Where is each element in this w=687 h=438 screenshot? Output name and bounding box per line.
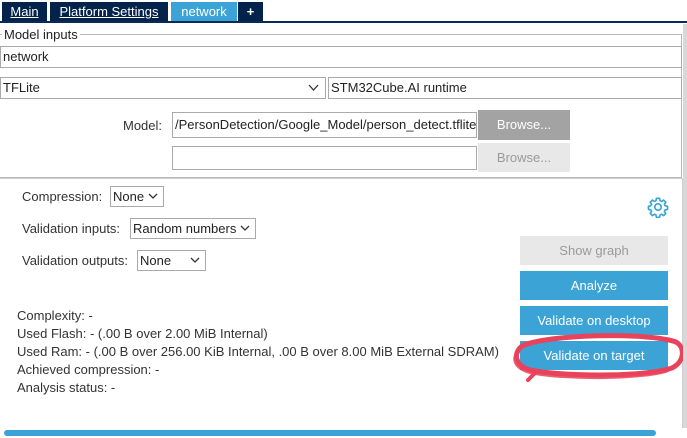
compression-select[interactable]: None bbox=[110, 186, 164, 207]
validation-inputs-label: Validation inputs: bbox=[22, 221, 121, 236]
analysis-status-text: Analysis status: - bbox=[17, 380, 116, 395]
complexity-text: Complexity: - bbox=[17, 308, 93, 323]
runtime-select[interactable]: STM32Cube.AI runtime bbox=[328, 77, 682, 99]
compression-label: Compression: bbox=[22, 189, 103, 204]
compression-select-value: None bbox=[113, 189, 145, 204]
vertical-scrollbar[interactable] bbox=[683, 24, 687, 428]
analyze-button[interactable]: Analyze bbox=[520, 271, 668, 300]
chevron-down-icon bbox=[148, 187, 158, 213]
gear-icon[interactable] bbox=[647, 196, 669, 219]
tab-bar: Main Platform Settings network + bbox=[0, 0, 687, 23]
show-graph-button[interactable]: Show graph bbox=[520, 236, 668, 265]
model-inputs-title: Model inputs bbox=[2, 27, 80, 42]
used-flash-text: Used Flash: - (.00 B over 2.00 MiB Inter… bbox=[17, 326, 268, 341]
chevron-down-icon bbox=[308, 78, 319, 98]
validation-inputs-select[interactable]: Random numbers bbox=[130, 218, 256, 239]
model-label: Model: bbox=[123, 118, 163, 133]
validation-inputs-select-value: Random numbers bbox=[133, 221, 237, 236]
chevron-down-icon bbox=[240, 219, 250, 245]
tab-platform-settings[interactable]: Platform Settings bbox=[50, 2, 168, 22]
achieved-compression-text: Achieved compression: - bbox=[17, 362, 160, 377]
secondary-path-input[interactable] bbox=[172, 146, 477, 170]
add-tab-button[interactable]: + bbox=[238, 2, 263, 22]
browse-model-button[interactable]: Browse... bbox=[478, 110, 570, 140]
validation-outputs-select[interactable]: None bbox=[137, 250, 206, 271]
validation-outputs-select-value: None bbox=[140, 253, 172, 268]
browse-secondary-button[interactable]: Browse... bbox=[478, 143, 570, 172]
tab-bar-underline bbox=[0, 21, 687, 23]
annotation-highlight bbox=[513, 333, 685, 382]
framework-select-value: TFLite bbox=[3, 80, 40, 95]
used-ram-text: Used Ram: - (.00 B over 256.00 KiB Inter… bbox=[17, 344, 499, 359]
tab-network[interactable]: network bbox=[171, 2, 237, 22]
model-path-input[interactable]: /PersonDetection/Google_Model/person_det… bbox=[172, 112, 477, 138]
network-name-input[interactable]: network bbox=[0, 46, 682, 68]
section-divider bbox=[0, 178, 682, 179]
chevron-down-icon bbox=[190, 251, 200, 277]
framework-select[interactable]: TFLite bbox=[0, 77, 326, 99]
validation-outputs-label: Validation outputs: bbox=[22, 253, 128, 268]
tab-main[interactable]: Main bbox=[2, 2, 47, 22]
horizontal-scrollbar[interactable] bbox=[4, 430, 656, 436]
